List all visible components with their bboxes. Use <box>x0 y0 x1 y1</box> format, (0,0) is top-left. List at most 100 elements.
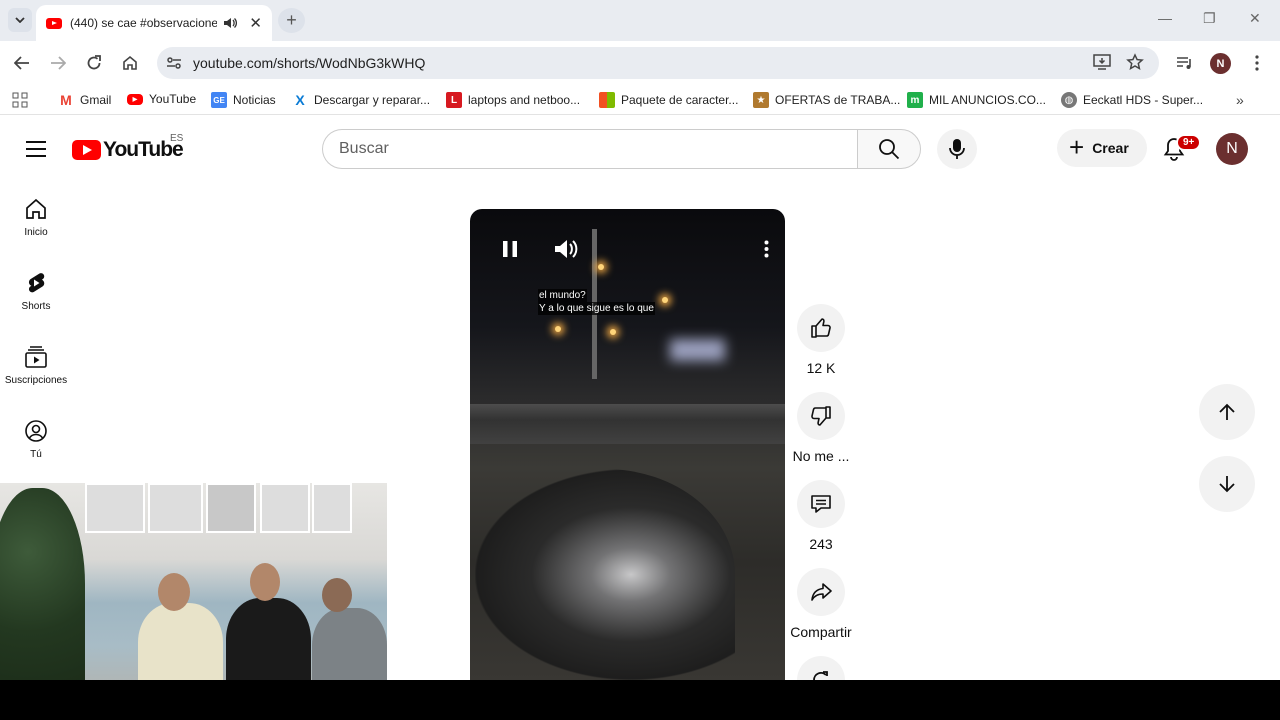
bookmark-star-icon[interactable] <box>1126 53 1144 76</box>
forward-arrow-icon[interactable] <box>47 52 69 74</box>
reload-icon[interactable] <box>83 52 105 74</box>
bookmark-gmail[interactable]: M Gmail <box>58 92 111 108</box>
subscriptions-icon <box>25 346 47 368</box>
browser-menu-icon[interactable] <box>1246 52 1268 74</box>
bookmark-label: Descargar y reparar... <box>314 93 431 107</box>
guide-item-label: Inicio <box>24 227 48 238</box>
address-bar[interactable]: youtube.com/shorts/WodNbG3kWHQ <box>157 47 1159 79</box>
apps-grid-icon[interactable] <box>12 92 28 108</box>
tab-title: (440) se cae #observaciones <box>70 16 218 30</box>
media-controls-icon[interactable] <box>1174 52 1196 74</box>
wall-painting <box>206 483 256 533</box>
account-avatar[interactable]: N <box>1216 133 1248 165</box>
search-button[interactable] <box>857 129 921 169</box>
new-tab-button[interactable]: + <box>278 8 305 33</box>
webcam-overlay <box>0 483 387 701</box>
previous-short-button[interactable] <box>1199 384 1255 440</box>
wall-painting <box>312 483 352 533</box>
bookmark-paquete[interactable]: Paquete de caracter... <box>599 92 738 108</box>
comments-count: 243 <box>809 536 833 552</box>
share-action[interactable]: Compartir <box>781 568 861 640</box>
tab-close-icon[interactable]: ✕ <box>249 16 262 31</box>
youtube-logo[interactable]: YouTube ES <box>72 133 184 162</box>
maximize-button[interactable]: ❐ <box>1203 10 1216 27</box>
bookmark-descargar[interactable]: X Descargar y reparar... <box>292 92 430 108</box>
browser-tab-strip: (440) se cae #observaciones ✕ + — ❐ ✕ <box>0 0 1280 41</box>
bookmark-noticias[interactable]: GE Noticias <box>211 92 276 108</box>
share-button[interactable] <box>797 568 845 616</box>
shorts-video-player[interactable]: el mundo? Y a lo que sigue es lo que <box>470 209 785 680</box>
caption-line: el mundo? <box>538 289 587 302</box>
thumbs-down-icon <box>811 406 831 426</box>
video-frame-light <box>598 264 604 270</box>
voice-search-button[interactable] <box>937 129 977 169</box>
search-icon <box>879 139 900 160</box>
url-text[interactable]: youtube.com/shorts/WodNbG3kWHQ <box>193 55 425 71</box>
home-icon[interactable] <box>119 52 141 74</box>
windows-icon <box>599 92 615 108</box>
guide-item-label: Suscripciones <box>4 375 68 386</box>
guide-item-tu[interactable]: Tú <box>0 419 72 460</box>
next-short-button[interactable] <box>1199 456 1255 512</box>
tab-search-chevron-icon[interactable] <box>8 8 32 32</box>
wall-painting <box>260 483 310 533</box>
bookmark-milanuncios[interactable]: m MIL ANUNCIOS.CO... <box>907 92 1046 108</box>
person-left-head <box>158 573 190 611</box>
bookmarks-bar: M Gmail ▸ YouTube GE Noticias X Descarga… <box>0 85 1280 115</box>
dislike-button[interactable] <box>797 392 845 440</box>
browser-profile-avatar[interactable]: N <box>1210 53 1231 74</box>
minimize-button[interactable]: — <box>1158 10 1172 26</box>
more-options-icon[interactable] <box>756 237 776 261</box>
tab-audio-icon[interactable] <box>223 17 238 29</box>
bookmark-label: Eeckatl HDS - Super... <box>1083 93 1204 107</box>
guide-item-shorts[interactable]: Shorts <box>0 271 72 312</box>
video-frame-road <box>470 404 785 444</box>
like-button[interactable] <box>797 304 845 352</box>
caption-line: Y a lo que sigue es lo que <box>538 302 655 315</box>
close-window-button[interactable]: ✕ <box>1249 10 1261 27</box>
like-action[interactable]: 12 K <box>781 304 861 376</box>
x-icon: X <box>292 92 308 108</box>
bookmark-label: Paquete de caracter... <box>621 93 739 107</box>
christmas-tree <box>0 488 85 701</box>
site-info-icon[interactable] <box>165 54 183 77</box>
create-label: Crear <box>1092 140 1129 156</box>
bookmark-youtube[interactable]: ▸ YouTube <box>127 92 196 106</box>
bookmark-laptops[interactable]: L laptops and netboo... <box>446 92 580 108</box>
bookmark-label: Noticias <box>233 93 276 107</box>
youtube-favicon-icon <box>46 17 62 29</box>
more-bookmarks-chevron-icon[interactable]: » <box>1236 92 1244 108</box>
dislike-action[interactable]: No me ... <box>781 392 861 464</box>
browser-toolbar: youtube.com/shorts/WodNbG3kWHQ N <box>0 41 1280 85</box>
create-button[interactable]: + Crear <box>1057 129 1147 167</box>
youtube-masthead: YouTube ES + Crear 9+ N <box>0 120 1280 176</box>
guide-item-inicio[interactable]: Inicio <box>0 197 72 238</box>
search-input[interactable] <box>323 130 858 168</box>
plus-icon: + <box>1069 131 1085 162</box>
active-tab[interactable]: (440) se cae #observaciones ✕ <box>36 5 272 41</box>
wall-painting <box>85 483 145 533</box>
pause-icon[interactable] <box>498 237 522 261</box>
guide-item-suscripciones[interactable]: Suscripciones <box>0 345 72 386</box>
person-right-head <box>322 578 352 612</box>
person-center-head <box>250 563 280 601</box>
bookmark-label: OFERTAS de TRABA... <box>775 93 901 107</box>
guide-item-label: Tú <box>30 449 42 460</box>
comments-button[interactable] <box>797 480 845 528</box>
arrow-up-icon <box>1219 403 1235 420</box>
video-frame-lights <box>670 339 725 361</box>
milanuncios-icon: m <box>907 92 923 108</box>
menu-hamburger-icon[interactable] <box>26 141 46 162</box>
video-frame-light <box>610 329 616 335</box>
install-app-icon[interactable] <box>1093 54 1111 75</box>
thumbs-up-icon <box>811 318 831 338</box>
microphone-icon <box>949 139 965 159</box>
guide-item-label: Shorts <box>21 301 51 312</box>
comments-action[interactable]: 243 <box>781 480 861 552</box>
bookmark-label: YouTube <box>149 92 197 106</box>
youtube-icon: ▸ <box>127 93 143 105</box>
back-arrow-icon[interactable] <box>11 52 33 74</box>
bookmark-eeckatl[interactable]: ◍ Eeckatl HDS - Super... <box>1061 92 1203 108</box>
bookmark-ofertas[interactable]: ★ OFERTAS de TRABA... <box>753 92 900 108</box>
volume-icon[interactable] <box>552 236 580 262</box>
